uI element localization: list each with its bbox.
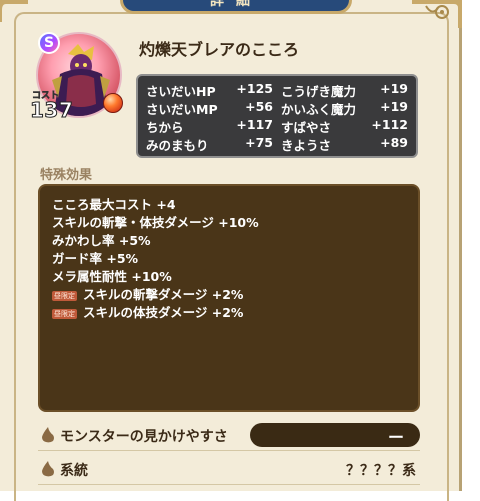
effect-text: メラ属性耐性 +10%: [52, 269, 172, 284]
cost-value: 137: [29, 98, 74, 123]
stats-table: さいだいHP +125 こうげき魔力 +19 さいだいMP +56 かいふく魔力…: [136, 74, 418, 158]
effect-item: メラ属性耐性 +10%: [52, 268, 406, 286]
stat-value: +19: [380, 80, 408, 96]
droplet-bullet-icon: [42, 461, 54, 477]
stat-cell: さいだいMP +56: [146, 99, 273, 118]
effect-text: スキルの斬撃ダメージ +2%: [83, 287, 244, 302]
stat-label: さいだいHP: [146, 83, 216, 99]
condition-tag: 昼限定: [52, 309, 77, 319]
heart-name: 灼爍天ブレアのこころ: [139, 40, 300, 59]
effect-item: 昼限定 スキルの斬撃ダメージ +2%: [52, 286, 406, 304]
stat-cell: みのまもり +75: [146, 135, 273, 154]
stat-value: +56: [245, 98, 273, 114]
stat-value: +125: [236, 80, 273, 96]
stat-label: すばやさ: [281, 119, 332, 135]
condition-tag: 昼限定: [52, 291, 77, 301]
effect-text: ガード率 +5%: [52, 251, 139, 266]
effect-item: ガード率 +5%: [52, 250, 406, 268]
rank-badge: S: [38, 32, 60, 54]
detail-panel: 詳細 S コスト 137 灼爍天ブレアのこころ さいだいHP +125 こうげき…: [0, 0, 462, 501]
special-effects-list: こころ最大コスト +4 スキルの斬撃・体技ダメージ +10% みかわし率 +5%…: [38, 184, 420, 412]
stat-cell: すばやさ +112: [281, 117, 408, 136]
stat-value: +19: [380, 98, 408, 114]
header-tab: 詳細: [120, 0, 352, 14]
visibility-value: ー: [387, 428, 404, 447]
stat-cell: かいふく魔力 +19: [281, 99, 408, 118]
stat-row: さいだいHP +125 こうげき魔力 +19: [146, 81, 408, 99]
stat-cell: さいだいHP +125: [146, 81, 273, 100]
fire-orb-icon: [103, 93, 123, 113]
lineage-label: 系統: [60, 463, 88, 479]
visibility-setting-row: モンスターの見かけやすさ ー: [38, 420, 420, 451]
effect-text: スキルの体技ダメージ +2%: [83, 305, 244, 320]
stat-row: みのまもり +75 きようさ +89: [146, 135, 408, 153]
stat-row: ちから +117 すばやさ +112: [146, 117, 408, 135]
stat-label: きようさ: [281, 137, 332, 153]
effect-item: スキルの斬撃・体技ダメージ +10%: [52, 214, 406, 232]
stat-cell: こうげき魔力 +19: [281, 81, 408, 100]
effect-item: こころ最大コスト +4: [52, 196, 406, 214]
effect-text: みかわし率 +5%: [52, 233, 151, 248]
corner-ornament-icon: [412, 0, 462, 28]
stat-value: +117: [236, 116, 273, 132]
droplet-bullet-icon: [42, 427, 54, 443]
stat-cell: ちから +117: [146, 117, 273, 136]
lineage-row: 系統 ？？？？系: [38, 454, 420, 485]
header-title: 詳細: [210, 0, 262, 9]
effect-text: こころ最大コスト +4: [52, 197, 176, 212]
stat-label: さいだいMP: [146, 101, 218, 117]
special-effects-label: 特殊効果: [40, 168, 93, 183]
stat-value: +112: [371, 116, 408, 132]
corner-ornament-left: [0, 0, 28, 22]
visibility-label: モンスターの見かけやすさ: [60, 429, 228, 445]
stat-label: こうげき魔力: [281, 83, 357, 99]
stat-cell: きようさ +89: [281, 135, 408, 154]
stat-label: かいふく魔力: [281, 101, 357, 117]
lineage-value: ？？？？系: [346, 463, 416, 479]
effect-text: スキルの斬撃・体技ダメージ +10%: [52, 215, 259, 230]
stat-row: さいだいMP +56 かいふく魔力 +19: [146, 99, 408, 117]
effect-item: 昼限定 スキルの体技ダメージ +2%: [52, 304, 406, 322]
stat-label: みのまもり: [146, 137, 209, 153]
stat-label: ちから: [146, 119, 184, 135]
stat-value: +89: [380, 134, 408, 150]
stat-value: +75: [245, 134, 273, 150]
visibility-toggle[interactable]: ー: [250, 423, 420, 447]
effect-item: みかわし率 +5%: [52, 232, 406, 250]
